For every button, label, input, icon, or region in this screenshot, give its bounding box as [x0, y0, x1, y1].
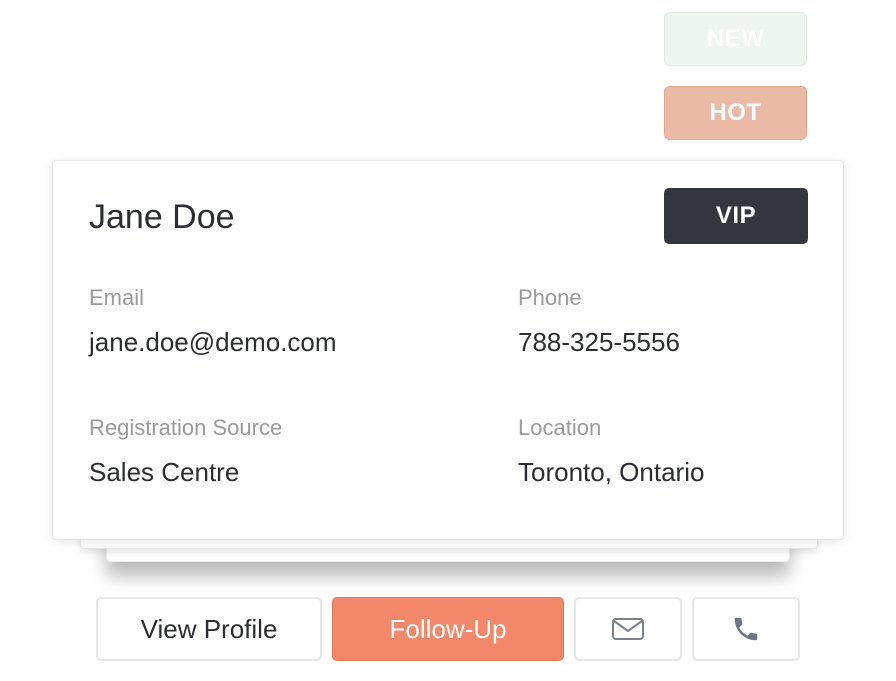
follow-up-button[interactable]: Follow-Up [332, 597, 564, 661]
phone-value: 788-325-5556 [518, 327, 680, 357]
view-profile-button[interactable]: View Profile [96, 597, 322, 661]
registration-source-value: Sales Centre [89, 457, 240, 487]
phone-label: Phone [518, 285, 582, 310]
phone-icon [731, 614, 761, 644]
email-button[interactable] [574, 597, 682, 661]
contact-card: Jane Doe VIP Email jane.doe@demo.com Pho… [52, 160, 844, 540]
email-value: jane.doe@demo.com [89, 327, 337, 357]
call-button[interactable] [692, 597, 800, 661]
hot-tag[interactable]: HOT [664, 86, 807, 140]
envelope-icon [611, 617, 645, 641]
registration-source-label: Registration Source [89, 415, 283, 440]
email-label: Email [89, 285, 145, 310]
location-label: Location [518, 415, 602, 440]
contact-name: Jane Doe [89, 198, 235, 236]
vip-badge[interactable]: VIP [664, 188, 808, 244]
new-tag[interactable]: NEW [664, 12, 807, 66]
location-value: Toronto, Ontario [518, 457, 705, 487]
